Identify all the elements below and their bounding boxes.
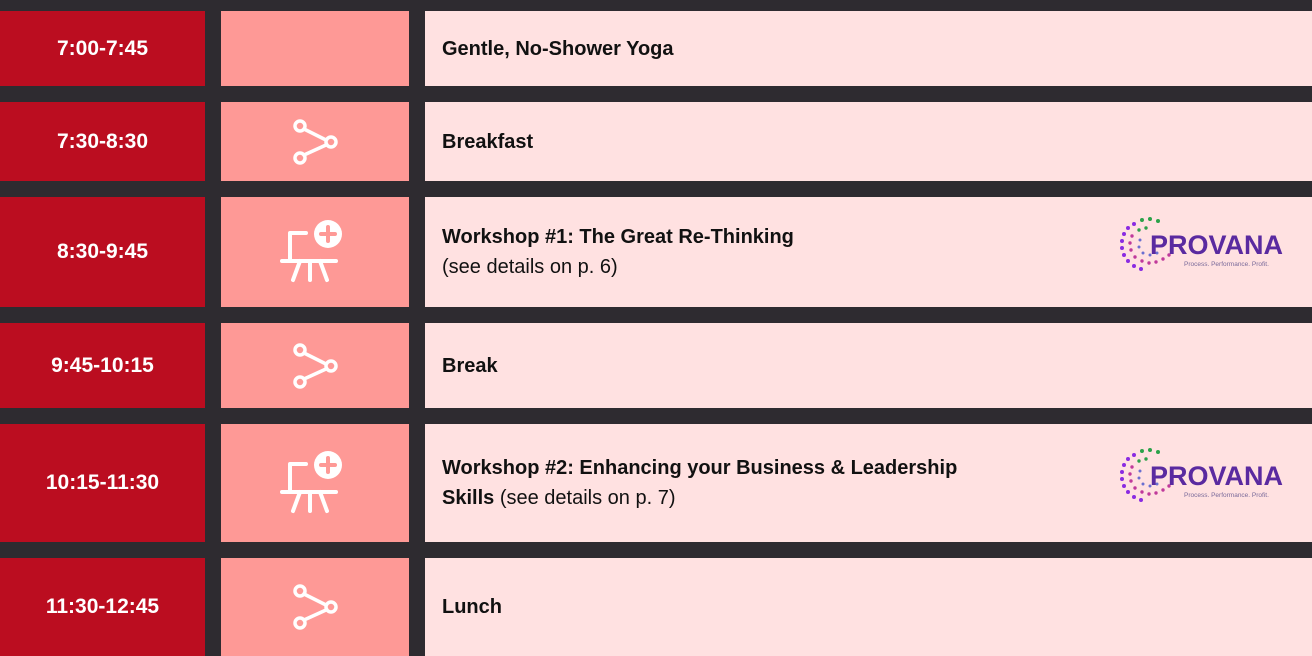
icon-cell: [221, 424, 409, 542]
share-icon: [293, 584, 338, 630]
schedule-row: 8:30-9:45 Workshop #1: The Great Re-Thin…: [0, 197, 1312, 307]
session-title: Workshop #1: The Great Re-Thinking: [442, 226, 794, 248]
description-cell: Break: [425, 323, 1312, 408]
session-title: Lunch: [442, 596, 502, 618]
time-cell: 7:30-8:30: [0, 102, 205, 181]
session-title: Break: [442, 354, 498, 377]
time-cell: 10:15-11:30: [0, 424, 205, 542]
schedule-row: 7:00-7:45 Gentle, No-Shower Yoga: [0, 11, 1312, 86]
svg-text:PROVANA: PROVANA: [1150, 230, 1283, 260]
icon-cell: [221, 558, 409, 656]
provana-logo: PROVANA Process. Performance. Profit.: [1120, 217, 1283, 271]
presentation-add-icon: [280, 220, 342, 282]
description-cell: Gentle, No-Shower Yoga: [425, 11, 1312, 86]
description-cell: Lunch: [425, 558, 1312, 656]
schedule-table: 7:00-7:45 Gentle, No-Shower Yoga 7:30-8:…: [0, 0, 1312, 656]
time-cell: 11:30-12:45: [0, 558, 205, 656]
description-cell: Workshop #1: The Great Re-Thinking (see …: [425, 197, 1312, 307]
svg-text:Process. Performance. Profit.: Process. Performance. Profit.: [1184, 492, 1269, 499]
schedule-row: 10:15-11:30 Workshop #2: Enhancing your …: [0, 424, 1312, 542]
icon-cell: [221, 102, 409, 181]
provana-logo: PROVANA Process. Performance. Profit.: [1120, 448, 1283, 502]
svg-text:PROVANA: PROVANA: [1150, 461, 1283, 491]
share-icon: [293, 342, 338, 389]
time-cell: 9:45-10:15: [0, 323, 205, 408]
presentation-add-icon: [280, 451, 342, 513]
session-title: Gentle, No-Shower Yoga: [442, 37, 674, 60]
schedule-row: 11:30-12:45 Lunch: [0, 558, 1312, 656]
session-title: Breakfast: [442, 130, 534, 153]
description-cell: Breakfast: [425, 102, 1312, 181]
schedule-row: 7:30-8:30 Breakfast: [0, 102, 1312, 181]
icon-cell: [221, 197, 409, 307]
svg-text:Process. Performance. Profit.: Process. Performance. Profit.: [1184, 261, 1269, 268]
time-cell: 8:30-9:45: [0, 197, 205, 307]
icon-cell: [221, 323, 409, 408]
icon-cell: [221, 11, 409, 86]
session-detail: (see details on p. 7): [499, 487, 676, 509]
share-icon: [293, 118, 338, 165]
description-cell: Workshop #2: Enhancing your Business & L…: [425, 424, 1312, 542]
time-cell: 7:00-7:45: [0, 11, 205, 86]
schedule-row: 9:45-10:15 Break: [0, 323, 1312, 408]
session-detail: (see details on p. 6): [442, 256, 618, 278]
